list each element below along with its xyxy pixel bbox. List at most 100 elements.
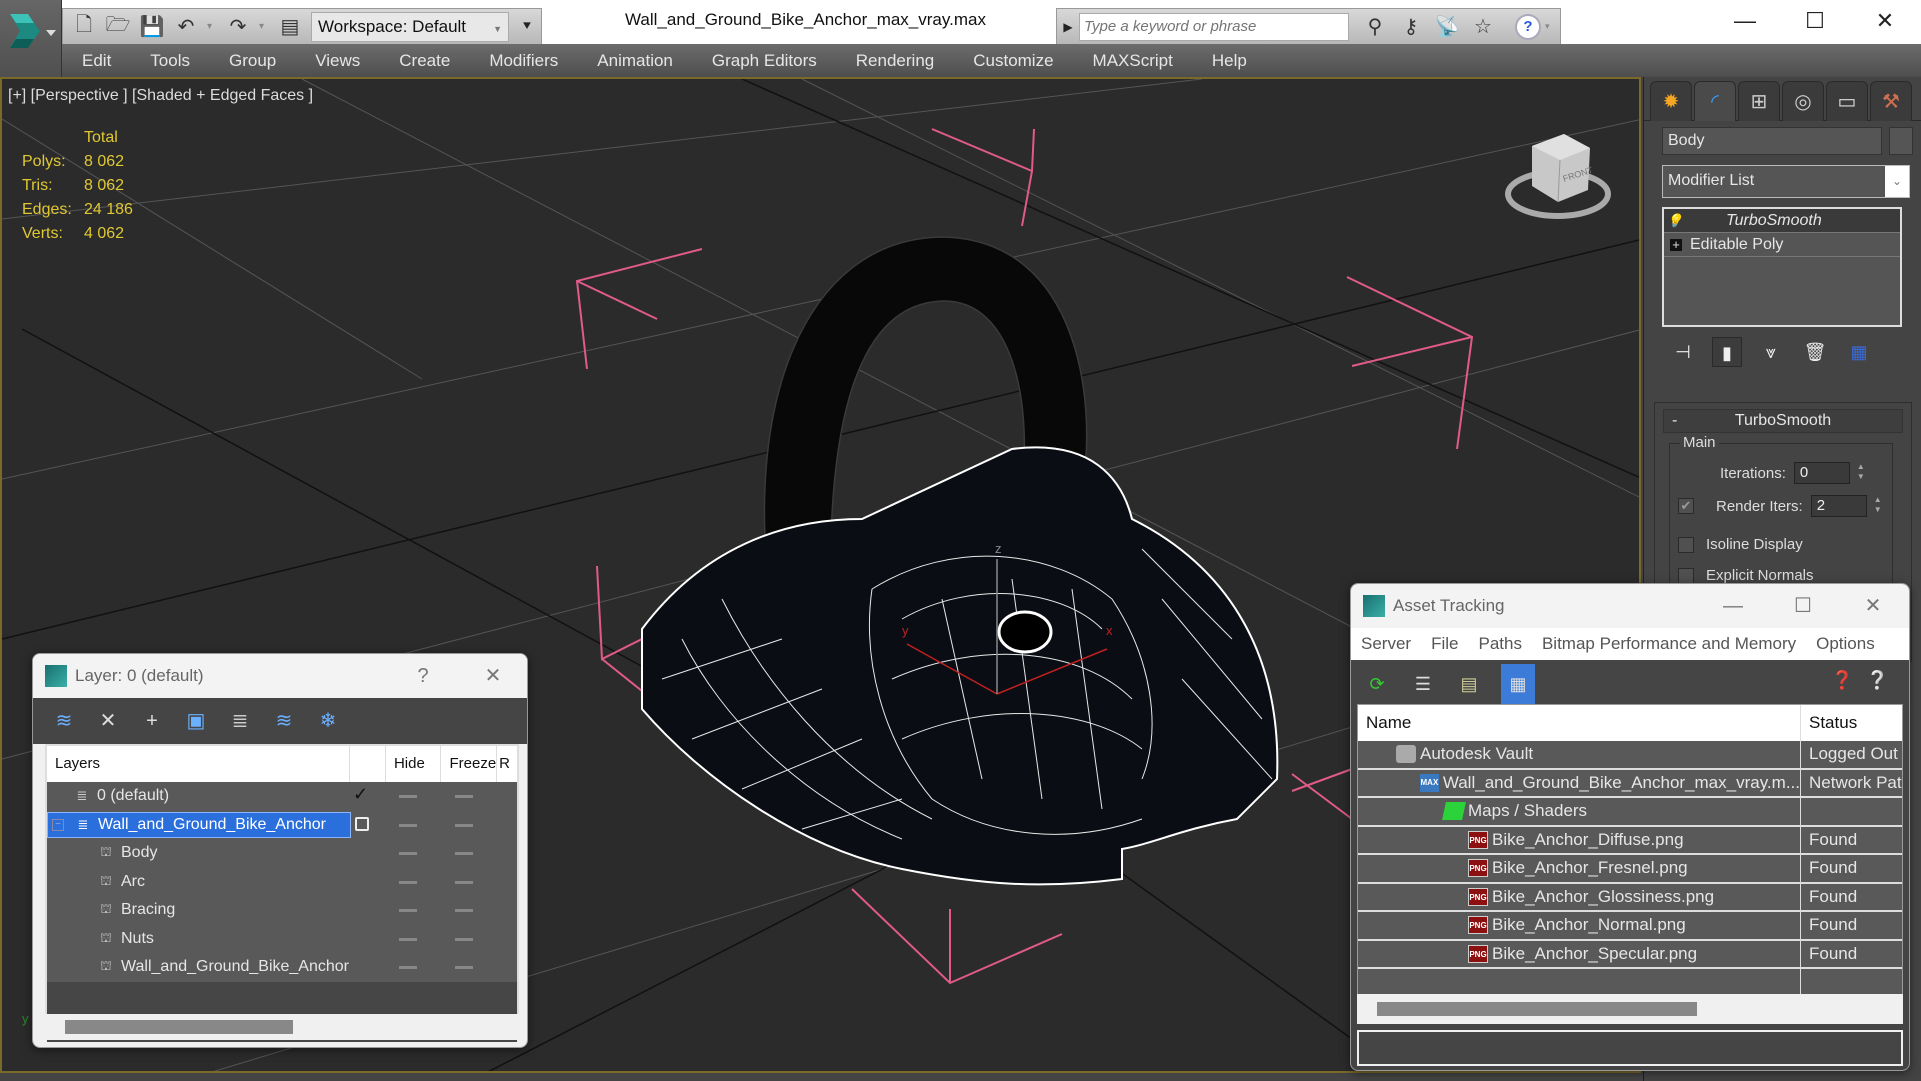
select-objects-in-layer-icon[interactable]: ▣: [183, 708, 209, 734]
scrollbar-thumb[interactable]: [1377, 1002, 1697, 1016]
current-layer-check-icon[interactable]: ✓: [353, 784, 368, 805]
freeze-toggle[interactable]: [455, 823, 473, 827]
minimize-button[interactable]: —: [1720, 6, 1770, 36]
hide-toggle[interactable]: [399, 966, 417, 969]
close-button[interactable]: ✕: [1860, 6, 1910, 36]
hide-toggle[interactable]: [399, 823, 417, 827]
column-status[interactable]: Status: [1801, 705, 1857, 741]
make-unique-icon[interactable]: ⩔: [1756, 337, 1786, 367]
save-icon[interactable]: 💾: [139, 14, 165, 40]
column-layers[interactable]: Layers: [47, 746, 351, 782]
modifier-list-dropdown[interactable]: Modifier List ⌄: [1662, 165, 1910, 198]
menu-maxscript[interactable]: MAXScript: [1093, 51, 1173, 71]
hide-toggle[interactable]: [399, 795, 417, 798]
lightbulb-icon[interactable]: 💡: [1664, 213, 1686, 229]
layer-row-default[interactable]: ≣ 0 (default) ✓: [47, 782, 517, 811]
asset-row-vault[interactable]: Autodesk Vault Logged Out: [1358, 741, 1902, 770]
tab-display[interactable]: ▭: [1826, 81, 1868, 121]
pin-stack-icon[interactable]: ⊣: [1668, 337, 1698, 367]
minimize-button[interactable]: —: [1713, 592, 1753, 620]
open-file-icon[interactable]: 🗁: [105, 14, 131, 40]
isoline-display-checkbox[interactable]: [1678, 536, 1694, 553]
help-icon[interactable]: ?: [1515, 13, 1541, 40]
menu-create[interactable]: Create: [399, 51, 450, 71]
iterations-input[interactable]: 0: [1793, 462, 1850, 484]
asset-row[interactable]: PNG Bike_Anchor_Specular.png Found: [1358, 940, 1902, 969]
column-hide[interactable]: Hide: [386, 746, 442, 782]
tab-motion[interactable]: ◎: [1782, 81, 1824, 121]
explicit-normals-checkbox[interactable]: [1678, 567, 1694, 584]
tree-view-icon[interactable]: ▤: [1455, 670, 1483, 698]
menu-group[interactable]: Group: [229, 51, 276, 71]
menu-help[interactable]: Help: [1212, 51, 1247, 71]
layer-object-row[interactable]: ⛫ Wall_and_Ground_Bike_Anchor: [47, 953, 517, 982]
viewcube[interactable]: FRONT: [1502, 124, 1622, 224]
object-name-field[interactable]: Body: [1662, 127, 1882, 155]
freeze-toggle[interactable]: [455, 909, 473, 912]
asset-row[interactable]: PNG Bike_Anchor_Diffuse.png Found: [1358, 826, 1902, 855]
asset-dialog-titlebar[interactable]: Asset Tracking: [1351, 584, 1909, 628]
layer-object-row[interactable]: ⛫ Bracing: [47, 896, 517, 925]
close-button[interactable]: ✕: [473, 662, 513, 690]
layer-dialog-titlebar[interactable]: Layer: 0 (default): [33, 654, 527, 698]
hide-toggle[interactable]: [399, 909, 417, 912]
horizontal-scrollbar[interactable]: [45, 1014, 519, 1040]
freeze-toggle[interactable]: [455, 795, 473, 798]
layer-object-row[interactable]: ⛫ Body: [47, 839, 517, 868]
stack-item-editable-poly[interactable]: + Editable Poly: [1664, 233, 1900, 257]
refresh-icon[interactable]: ⟳: [1363, 670, 1391, 698]
freeze-layers-icon[interactable]: ❄: [315, 708, 341, 734]
asset-row[interactable]: PNG Bike_Anchor_Normal.png Found: [1358, 912, 1902, 941]
undo-icon[interactable]: ↶: [173, 14, 199, 40]
column-name[interactable]: Name: [1358, 705, 1801, 741]
star-icon[interactable]: ☆: [1465, 14, 1501, 39]
menu-bitmap-performance[interactable]: Bitmap Performance and Memory: [1542, 634, 1796, 654]
hide-toggle[interactable]: [399, 852, 417, 855]
maximize-button[interactable]: ☐: [1790, 6, 1840, 36]
menu-tools[interactable]: Tools: [150, 51, 190, 71]
menu-paths[interactable]: Paths: [1478, 634, 1521, 654]
menu-server[interactable]: Server: [1361, 634, 1411, 654]
help-button[interactable]: ?: [403, 662, 443, 690]
set-current-checkbox[interactable]: [355, 816, 369, 831]
column-current[interactable]: [350, 746, 386, 782]
set-current-layer-icon[interactable]: ≋: [271, 708, 297, 734]
object-color-swatch[interactable]: [1889, 127, 1913, 155]
satellite-dish-icon[interactable]: 📡: [1429, 14, 1465, 39]
menu-customize[interactable]: Customize: [973, 51, 1053, 71]
show-end-result-icon[interactable]: ▮: [1712, 337, 1742, 367]
maximize-button[interactable]: ☐: [1783, 592, 1823, 620]
expand-plus-icon[interactable]: +: [1670, 238, 1682, 251]
freeze-toggle[interactable]: [455, 966, 473, 969]
render-iters-input[interactable]: 2: [1810, 495, 1867, 517]
render-iters-checkbox[interactable]: ✔: [1678, 498, 1694, 514]
help-globe-icon[interactable]: ❓: [1831, 670, 1853, 691]
tab-hierarchy[interactable]: ⊞: [1738, 81, 1780, 121]
spinner-arrows-icon[interactable]: ▲ ▼: [1871, 495, 1885, 517]
collapse-tree-icon[interactable]: −: [52, 818, 64, 831]
layer-row-bike-anchor[interactable]: − ≣ Wall_and_Ground_Bike_Anchor: [47, 810, 517, 839]
add-to-layer-icon[interactable]: +: [139, 708, 165, 734]
hide-toggle[interactable]: [399, 937, 417, 941]
horizontal-scrollbar[interactable]: [1357, 994, 1903, 1024]
expand-search-icon[interactable]: ▶: [1057, 20, 1079, 34]
freeze-toggle[interactable]: [455, 880, 473, 884]
table-view-icon[interactable]: ▦: [1501, 664, 1535, 704]
layer-object-row[interactable]: ⛫ Nuts: [47, 924, 517, 953]
redo-dropdown-icon[interactable]: ▾: [259, 21, 269, 32]
stack-item-turbosmooth[interactable]: 💡 TurboSmooth: [1664, 209, 1900, 233]
workspace-dropdown[interactable]: Workspace: Default ▼: [311, 11, 509, 42]
hide-toggle[interactable]: [399, 880, 417, 884]
tab-modify[interactable]: ◜: [1694, 81, 1736, 121]
menu-options[interactable]: Options: [1816, 634, 1875, 654]
freeze-toggle[interactable]: [455, 852, 473, 855]
spinner-arrows-icon[interactable]: ▲ ▼: [1854, 462, 1868, 484]
asset-row[interactable]: PNG Bike_Anchor_Glossiness.png Found: [1358, 883, 1902, 912]
remove-modifier-icon[interactable]: 🗑: [1800, 337, 1830, 367]
asset-row-max-file[interactable]: MAX Wall_and_Ground_Bike_Anchor_max_vray.…: [1358, 769, 1902, 798]
menu-file[interactable]: File: [1431, 634, 1458, 654]
menu-edit[interactable]: Edit: [82, 51, 111, 71]
menu-rendering[interactable]: Rendering: [856, 51, 934, 71]
create-layer-icon[interactable]: ≋: [51, 708, 77, 734]
undo-dropdown-icon[interactable]: ▾: [207, 21, 217, 32]
